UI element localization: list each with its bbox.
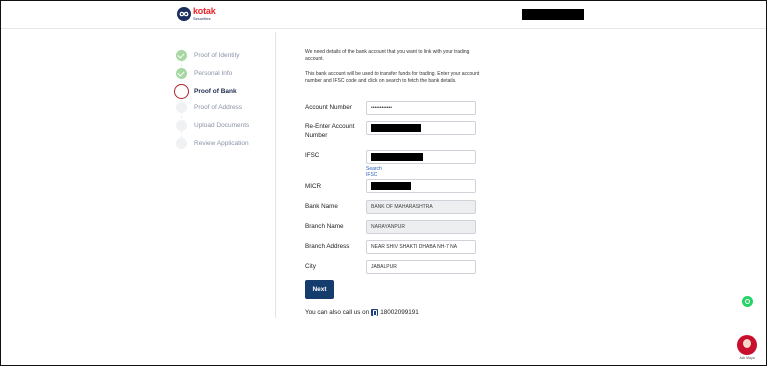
branch-address-label: Branch Address bbox=[305, 243, 350, 250]
redacted-value bbox=[371, 182, 411, 190]
reenter-account-input[interactable] bbox=[366, 121, 476, 135]
check-icon bbox=[176, 49, 187, 61]
step-personal-info[interactable]: Personal Info bbox=[172, 65, 282, 81]
kotak-logo[interactable]: kotak Securities bbox=[177, 7, 216, 21]
branch-name-label: Branch Name bbox=[305, 223, 344, 230]
step-label: Proof of Identity bbox=[194, 51, 240, 59]
redacted-value bbox=[371, 153, 423, 161]
account-number-label: Account Number bbox=[305, 104, 352, 111]
ifsc-label: IFSC bbox=[305, 152, 320, 159]
next-button[interactable]: Next bbox=[305, 280, 334, 299]
city-label: City bbox=[305, 263, 316, 270]
redacted-user-info bbox=[522, 9, 584, 20]
step-label: Personal Info bbox=[194, 69, 233, 77]
step-proof-of-identity[interactable]: Proof of Identity bbox=[172, 47, 282, 63]
step-proof-of-address: Proof of Address bbox=[172, 99, 282, 115]
current-step-icon bbox=[174, 83, 189, 99]
step-label: Review Application bbox=[194, 139, 249, 147]
step-proof-of-bank[interactable]: Proof of Bank bbox=[172, 83, 282, 99]
bank-name-label: Bank Name bbox=[305, 203, 338, 210]
city-field[interactable]: JABALPUR bbox=[366, 260, 476, 274]
ask-maya-button[interactable]: Ask Maya bbox=[736, 335, 758, 361]
bank-name-field: BANK OF MAHARASHTRA bbox=[366, 200, 476, 214]
call-us-prefix: You can also call us on bbox=[305, 309, 370, 316]
micr-input[interactable] bbox=[366, 179, 476, 193]
step-label: Upload Documents bbox=[194, 121, 250, 129]
redacted-value bbox=[371, 124, 421, 132]
vertical-divider bbox=[275, 32, 276, 318]
step-upload-documents: Upload Documents bbox=[172, 117, 282, 133]
intro-paragraph: We need details of the bank account that… bbox=[305, 49, 470, 62]
phone-icon bbox=[371, 309, 379, 316]
whatsapp-icon[interactable] bbox=[742, 296, 753, 307]
search-ifsc-link[interactable]: Search IFSC bbox=[366, 166, 382, 178]
step-review-application: Review Application bbox=[172, 135, 282, 151]
pending-step-icon bbox=[176, 137, 187, 149]
reenter-account-label: Re-Enter Account Number bbox=[305, 123, 355, 139]
brand-name: kotak bbox=[193, 6, 216, 16]
step-label: Proof of Address bbox=[194, 103, 243, 111]
logo-text: kotak Securities bbox=[193, 7, 216, 21]
intro-text: We need details of the bank account that… bbox=[305, 49, 485, 85]
check-icon bbox=[176, 67, 187, 79]
step-label: Proof of Bank bbox=[194, 87, 237, 95]
ask-maya-label: Ask Maya bbox=[739, 356, 755, 360]
branch-name-field: NARAYANPUR bbox=[366, 220, 476, 234]
kotak-logo-icon bbox=[177, 7, 191, 21]
branch-address-field[interactable]: NEAR SHIV SHAKTI DHABA NH-7 NA bbox=[366, 240, 476, 254]
phone-number-link[interactable]: 18002099191 bbox=[380, 309, 419, 316]
micr-label: MICR bbox=[305, 183, 322, 190]
account-number-input[interactable]: •••••••••••• bbox=[366, 101, 476, 115]
ifsc-input[interactable] bbox=[366, 150, 476, 164]
brand-subtitle: Securities bbox=[193, 16, 211, 21]
intro-paragraph: This bank account will be used to transf… bbox=[305, 71, 480, 84]
maya-avatar-icon bbox=[737, 335, 757, 355]
pending-step-icon bbox=[176, 101, 187, 113]
top-header: kotak Securities bbox=[1, 1, 766, 29]
pending-step-icon bbox=[176, 119, 187, 131]
call-us-text: You can also call us on 18002099191 bbox=[305, 309, 419, 316]
